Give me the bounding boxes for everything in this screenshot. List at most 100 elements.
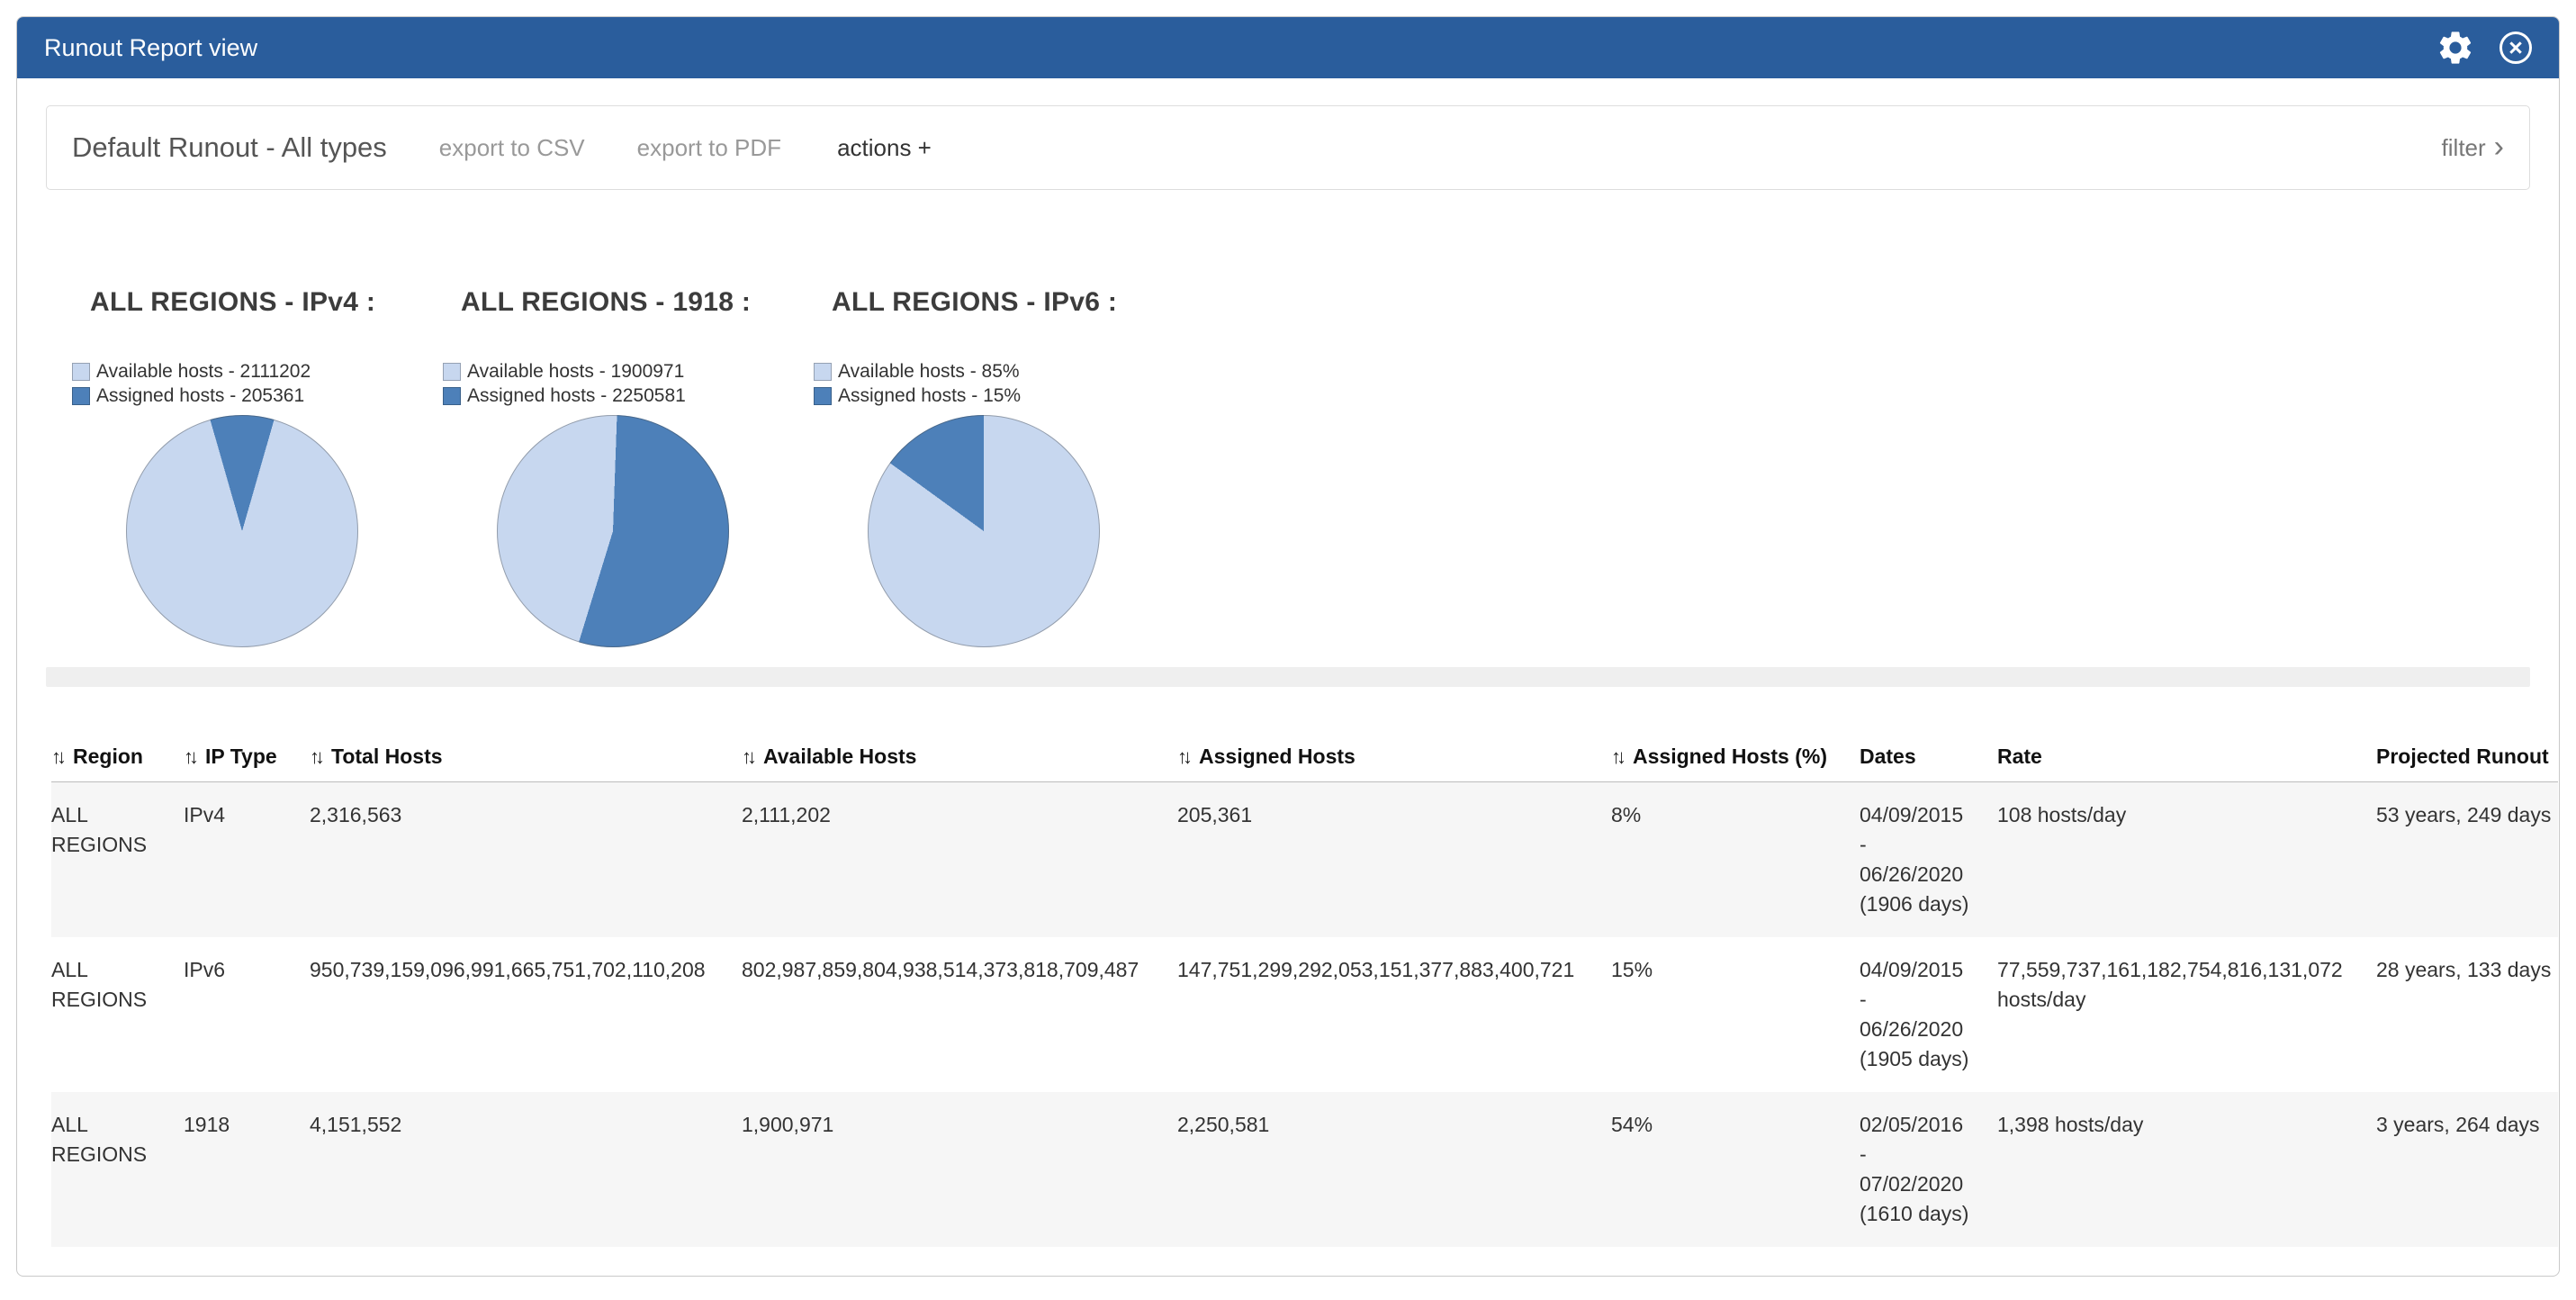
chart-title: ALL REGIONS - 1918 : [443, 287, 814, 318]
legend-label: Assigned hosts - 15% [838, 385, 1021, 407]
runout-table: ↑↓Region↑↓IP Type↑↓Total Hosts↑↓Availabl… [51, 736, 2558, 1247]
column-label: Rate [1997, 745, 2042, 768]
legend-item: Assigned hosts - 15% [814, 384, 1184, 408]
column-label: Available Hosts [763, 745, 916, 768]
legend-label: Available hosts - 1900971 [467, 361, 684, 383]
cell-dates: 04/09/2015-06/26/2020(1905 days) [1860, 937, 1997, 1092]
legend-swatch [814, 387, 832, 405]
column-label: Dates [1860, 745, 1916, 768]
actions-menu[interactable]: actions + [837, 134, 932, 162]
cell-ip_type: IPv4 [184, 782, 310, 938]
cell-line: 07/02/2020 [1860, 1169, 1988, 1199]
chart-title: ALL REGIONS - IPv6 : [814, 287, 1184, 318]
pie-chart [497, 415, 729, 647]
table-row: ALL REGIONS19184,151,5521,900,9712,250,5… [51, 1092, 2558, 1247]
cell-projected_runout: 53 years, 249 days [2376, 782, 2558, 938]
column-header-total_hosts[interactable]: ↑↓Total Hosts [310, 736, 742, 782]
cell-assigned_hosts: 2,250,581 [1177, 1092, 1611, 1247]
cell-dates: 02/05/2016-07/02/2020(1610 days) [1860, 1092, 1997, 1247]
table-row: ALL REGIONSIPv42,316,5632,111,202205,361… [51, 782, 2558, 938]
cell-assigned_hosts: 205,361 [1177, 782, 1611, 938]
titlebar-icons: × [2435, 27, 2532, 68]
cell-region: ALL REGIONS [51, 782, 184, 938]
legend-item: Available hosts - 1900971 [443, 359, 814, 384]
gear-icon [2436, 28, 2475, 68]
report-toolbar: Default Runout - All types export to CSV… [46, 105, 2530, 190]
filter-button[interactable]: filter › [2442, 134, 2504, 162]
cell-assigned_pct: 15% [1611, 937, 1860, 1092]
legend-label: Assigned hosts - 2250581 [467, 385, 686, 407]
cell-line: - [1860, 985, 1988, 1015]
cell-assigned_pct: 54% [1611, 1092, 1860, 1247]
table-row: ALL REGIONSIPv6950,739,159,096,991,665,7… [51, 937, 2558, 1092]
window-titlebar: Runout Report view × [17, 17, 2559, 78]
cell-line: (1610 days) [1860, 1199, 1988, 1229]
legend-swatch [814, 363, 832, 381]
filter-label: filter [2442, 134, 2486, 162]
cell-assigned_pct: 8% [1611, 782, 1860, 938]
report-title: Default Runout - All types [72, 131, 387, 164]
close-icon[interactable]: × [2499, 32, 2532, 64]
pie-chart [126, 415, 358, 647]
column-header-assigned_pct[interactable]: ↑↓ Assigned Hosts (%) [1611, 736, 1860, 782]
cell-total_hosts: 950,739,159,096,991,665,751,702,110,208 [310, 937, 742, 1092]
panel-divider [46, 667, 2530, 687]
cell-total_hosts: 2,316,563 [310, 782, 742, 938]
legend-swatch [443, 387, 461, 405]
pie-chart [868, 415, 1100, 647]
cell-rate: 1,398 hosts/day [1997, 1092, 2376, 1247]
column-header-rate: Rate [1997, 736, 2376, 782]
cell-line: 04/09/2015 [1860, 800, 1988, 830]
export-csv-link[interactable]: export to CSV [439, 134, 585, 162]
column-label: Region [73, 745, 143, 768]
column-label: Assigned Hosts [1199, 745, 1356, 768]
cell-ip_type: 1918 [184, 1092, 310, 1247]
cell-line: (1905 days) [1860, 1044, 1988, 1074]
cell-line: (1906 days) [1860, 889, 1988, 919]
legend-label: Available hosts - 2111202 [96, 361, 311, 383]
cell-line: 06/26/2020 [1860, 1015, 1988, 1044]
cell-available_hosts: 802,987,859,804,938,514,373,818,709,487 [742, 937, 1177, 1092]
cell-line: 06/26/2020 [1860, 860, 1988, 889]
column-label: Assigned Hosts (%) [1633, 745, 1827, 768]
cell-line: - [1860, 1140, 1988, 1169]
column-header-ip_type[interactable]: ↑↓IP Type [184, 736, 310, 782]
cell-projected_runout: 3 years, 264 days [2376, 1092, 2558, 1247]
cell-total_hosts: 4,151,552 [310, 1092, 742, 1247]
legend-swatch [72, 387, 90, 405]
column-header-region[interactable]: ↑↓Region [51, 736, 184, 782]
column-label: Total Hosts [331, 745, 443, 768]
window-title: Runout Report view [44, 34, 257, 62]
cell-assigned_hosts: 147,751,299,292,053,151,377,883,400,721 [1177, 937, 1611, 1092]
cell-rate: 108 hosts/day [1997, 782, 2376, 938]
settings-button[interactable] [2435, 27, 2476, 68]
sort-icon: ↑↓ [1611, 745, 1622, 768]
pie-chart-block: ALL REGIONS - IPv4 : Available hosts - 2… [72, 287, 443, 647]
cell-rate: 77,559,737,161,182,754,816,131,072 hosts… [1997, 937, 2376, 1092]
cell-region: ALL REGIONS [51, 937, 184, 1092]
chevron-right-icon: › [2494, 135, 2504, 159]
legend-item: Assigned hosts - 205361 [72, 384, 443, 408]
chart-legend: Available hosts - 85%Assigned hosts - 15… [814, 359, 1184, 408]
sort-icon: ↑↓ [184, 745, 194, 768]
legend-swatch [72, 363, 90, 381]
sort-icon: ↑↓ [1177, 745, 1188, 768]
cell-line: 02/05/2016 [1860, 1110, 1988, 1140]
column-header-available_hosts[interactable]: ↑↓Available Hosts [742, 736, 1177, 782]
chart-legend: Available hosts - 2111202Assigned hosts … [72, 359, 443, 408]
pie-chart-block: ALL REGIONS - IPv6 : Available hosts - 8… [814, 287, 1184, 647]
legend-swatch [443, 363, 461, 381]
runout-report-window: Runout Report view × Default Runout - Al… [16, 16, 2560, 1277]
legend-label: Assigned hosts - 205361 [96, 385, 304, 407]
cell-line: 04/09/2015 [1860, 955, 1988, 985]
table-body: ALL REGIONSIPv42,316,5632,111,202205,361… [51, 782, 2558, 1248]
cell-available_hosts: 2,111,202 [742, 782, 1177, 938]
cell-projected_runout: 28 years, 133 days [2376, 937, 2558, 1092]
column-header-assigned_hosts[interactable]: ↑↓ Assigned Hosts [1177, 736, 1611, 782]
legend-item: Assigned hosts - 2250581 [443, 384, 814, 408]
export-pdf-link[interactable]: export to PDF [637, 134, 781, 162]
charts-row: ALL REGIONS - IPv4 : Available hosts - 2… [17, 190, 2559, 647]
cell-available_hosts: 1,900,971 [742, 1092, 1177, 1247]
legend-item: Available hosts - 2111202 [72, 359, 443, 384]
column-label: Projected Runout [2376, 745, 2549, 768]
